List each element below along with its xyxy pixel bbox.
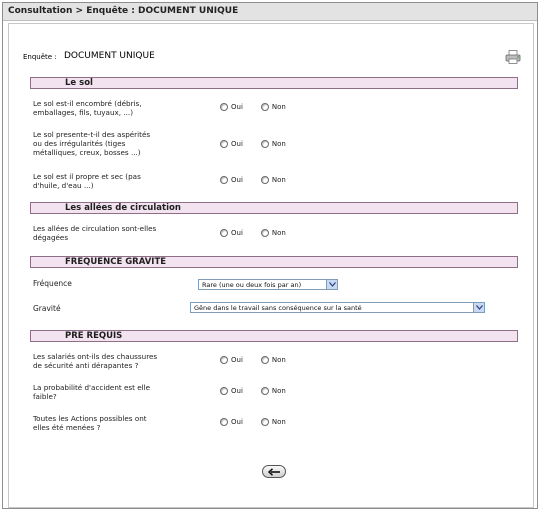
question-allees-1: Les allées de circulation sont-elles dég… <box>33 224 157 242</box>
arrow-left-icon <box>268 468 280 476</box>
question-sol-2: Le sol presente-t-il des aspérités ou de… <box>33 130 151 157</box>
chevron-down-icon <box>326 280 337 289</box>
radio-non[interactable] <box>260 356 269 364</box>
radio-non[interactable] <box>260 176 269 184</box>
printer-icon[interactable] <box>505 49 521 64</box>
frequence-select[interactable]: Rare (une ou deux fois par an) <box>198 279 338 290</box>
section-header-sol: Le sol <box>30 77 518 89</box>
radio-group-sol-2: Oui Non <box>220 140 304 148</box>
radio-oui[interactable] <box>220 356 228 364</box>
survey-panel: Enquête : DOCUMENT UNIQUE Le sol Le sol … <box>8 23 534 508</box>
section-header-prerequis: PRE REQUIS <box>30 330 518 342</box>
section-header-allees: Les allées de circulation <box>30 202 518 214</box>
question-sol-1: Le sol est-il encombré (débris, emballag… <box>33 99 142 117</box>
radio-oui[interactable] <box>220 418 228 426</box>
radio-non[interactable] <box>260 387 269 395</box>
window-frame: Consultation > Enquête : DOCUMENT UNIQUE… <box>2 2 538 509</box>
radio-oui[interactable] <box>220 176 228 184</box>
radio-non[interactable] <box>260 229 269 237</box>
radio-oui[interactable] <box>220 140 228 148</box>
back-button[interactable] <box>262 465 286 478</box>
radio-group-sol-1: Oui Non <box>220 103 304 111</box>
radio-non[interactable] <box>260 140 269 148</box>
radio-group-allees-1: Oui Non <box>220 229 304 237</box>
gravite-select[interactable]: Gêne dans le travail sans conséquence su… <box>190 302 485 313</box>
section-title: FREQUENCE GRAVITE <box>65 257 167 267</box>
question-sol-3: Le sol est il propre et sec (pas d'huile… <box>33 172 141 190</box>
gravite-label: Gravité <box>33 304 61 313</box>
radio-non[interactable] <box>260 103 269 111</box>
chevron-down-icon <box>473 303 484 312</box>
radio-oui[interactable] <box>220 387 228 395</box>
question-prerequis-3: Toutes les Actions possibles ont elles é… <box>33 414 147 432</box>
survey-label: Enquête : <box>23 53 57 61</box>
section-title: Les allées de circulation <box>65 203 181 213</box>
radio-group-prerequis-1: Oui Non <box>220 356 304 364</box>
breadcrumb: Consultation > Enquête : DOCUMENT UNIQUE <box>8 6 239 16</box>
section-title: PRE REQUIS <box>65 331 123 341</box>
breadcrumb-bar: Consultation > Enquête : DOCUMENT UNIQUE <box>3 3 537 21</box>
radio-group-prerequis-2: Oui Non <box>220 387 304 395</box>
radio-group-sol-3: Oui Non <box>220 176 304 184</box>
radio-group-prerequis-3: Oui Non <box>220 418 304 426</box>
section-title: Le sol <box>65 78 93 88</box>
radio-oui[interactable] <box>220 103 228 111</box>
question-prerequis-1: Les salariés ont-ils des chaussures de s… <box>33 352 158 370</box>
radio-non[interactable] <box>260 418 269 426</box>
section-header-frequence: FREQUENCE GRAVITE <box>30 256 518 268</box>
survey-title: DOCUMENT UNIQUE <box>64 51 155 61</box>
question-prerequis-2: La probabilité d'accident est elle faibl… <box>33 383 151 401</box>
radio-oui[interactable] <box>220 229 228 237</box>
frequence-label: Fréquence <box>33 279 72 288</box>
